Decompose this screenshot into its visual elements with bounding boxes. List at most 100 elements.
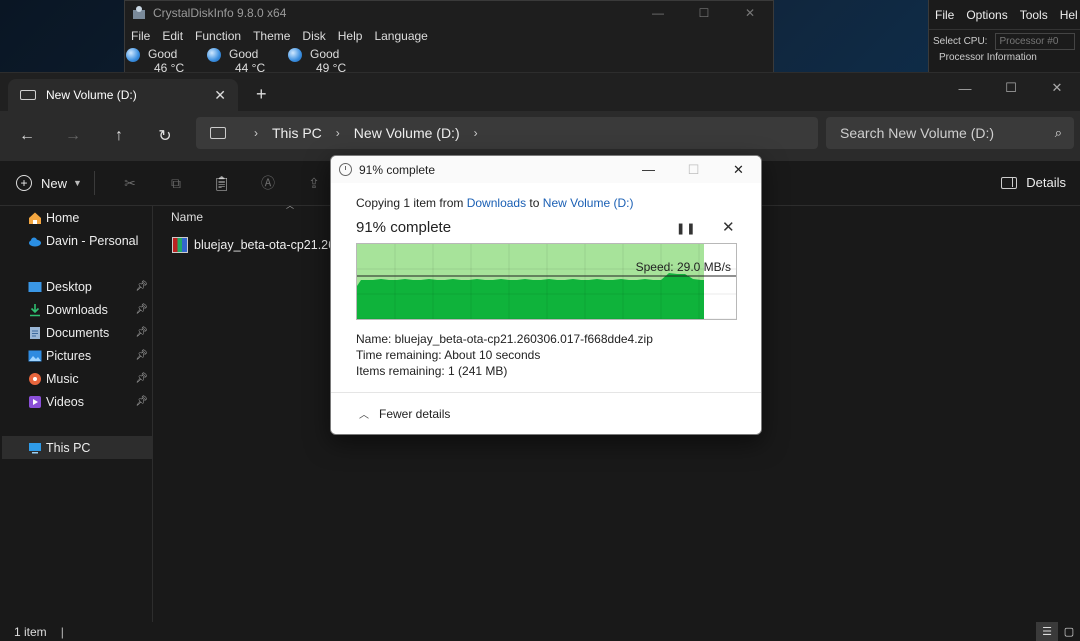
sidebar-item-label: Pictures <box>46 348 92 363</box>
cdi-close-button[interactable]: ✕ <box>727 1 773 25</box>
drive-status: Good <box>310 47 340 61</box>
percent-complete: 91% complete <box>356 219 452 236</box>
tiles-view-icon[interactable]: ▢ <box>1058 622 1080 641</box>
address-bar[interactable]: › This PC › New Volume (D:) › <box>196 117 818 149</box>
dialog-minimize-button[interactable]: — <box>626 156 671 183</box>
refresh-button[interactable]: ↻ <box>142 116 188 156</box>
cdi-title: CrystalDiskInfo 9.8.0 x64 <box>153 6 287 20</box>
pin-icon[interactable]: 📌︎ <box>135 396 148 407</box>
forward-button[interactable]: → <box>50 116 96 156</box>
select-cpu-dropdown[interactable]: Processor #0 <box>995 32 1076 50</box>
status-bar: 1 item | ☰ ▢ <box>0 622 1080 641</box>
hw-menu-tools[interactable]: Tools <box>1020 8 1048 22</box>
sidebar-item-onedrive[interactable]: Davin - Personal <box>0 229 152 252</box>
paste-icon[interactable]: 📋︎ <box>199 167 245 199</box>
tab-bar: New Volume (D:) ✕ + — ☐ ✕ <box>0 73 1080 111</box>
cancel-button[interactable]: ✕ <box>722 218 735 236</box>
sidebar-item-music[interactable]: Music 📌︎ <box>0 367 152 390</box>
cdi-drive[interactable]: Good 49 °C <box>287 47 368 75</box>
sidebar-item-pictures[interactable]: Pictures 📌︎ <box>0 344 152 367</box>
copy-progress-dialog[interactable]: 91% complete — ☐ ✕ Copying 1 item from D… <box>330 155 762 435</box>
copy-to-word: to <box>526 196 543 210</box>
sidebar-item-desktop[interactable]: Desktop 📌︎ <box>0 275 152 298</box>
sidebar-item-label: Desktop <box>46 279 92 294</box>
search-icon: ⌕ <box>1054 125 1062 140</box>
chevron-right-icon[interactable]: › <box>474 126 478 140</box>
sidebar-item-label: Davin - Personal <box>46 233 139 248</box>
cdi-menu-language[interactable]: Language <box>374 29 427 43</box>
details-pane-icon <box>1001 176 1018 189</box>
cdi-drive[interactable]: Good 46 °C <box>125 47 206 75</box>
cdi-maximize-button[interactable]: ☐ <box>681 1 727 25</box>
fewer-details-button[interactable]: ︿ Fewer details <box>331 392 761 434</box>
destination-link[interactable]: New Volume (D:) <box>543 196 634 210</box>
hw-menu-file[interactable]: File <box>935 8 954 22</box>
zip-archive-icon <box>172 237 188 253</box>
pin-icon[interactable]: 📌︎ <box>135 373 148 384</box>
dialog-close-button[interactable]: ✕ <box>716 156 761 183</box>
back-button[interactable]: ← <box>4 116 50 156</box>
explorer-close-button[interactable]: ✕ <box>1034 73 1080 103</box>
cdi-menu-function[interactable]: Function <box>195 29 241 43</box>
cdi-minimize-button[interactable]: — <box>635 1 681 25</box>
cdi-menu-theme[interactable]: Theme <box>253 29 290 43</box>
chevron-right-icon[interactable]: › <box>254 126 258 140</box>
sidebar-item-home[interactable]: Home <box>0 206 152 229</box>
sidebar-item-label: Documents <box>46 325 110 340</box>
plus-icon: + <box>16 175 32 191</box>
breadcrumb-this-pc[interactable]: This PC <box>272 125 322 141</box>
tab-close-icon[interactable]: ✕ <box>214 87 226 104</box>
sidebar-item-videos[interactable]: Videos 📌︎ <box>0 390 152 413</box>
transfer-speed-graph: Speed: 29.0 MB/s <box>356 243 737 320</box>
new-button[interactable]: + New ▼ <box>16 175 82 191</box>
speed-graph-svg <box>357 244 736 319</box>
up-button[interactable]: ↑ <box>96 116 142 156</box>
hw-menu-options[interactable]: Options <box>966 8 1007 22</box>
crystaldiskinfo-window[interactable]: CrystalDiskInfo 9.8.0 x64 — ☐ ✕ File Edi… <box>124 0 774 78</box>
cdi-menu-file[interactable]: File <box>131 29 150 43</box>
file-item[interactable]: bluejay_beta-ota-cp21.260 <box>172 237 342 253</box>
transfer-info: Name: bluejay_beta-ota-cp21.260306.017-f… <box>356 331 736 379</box>
new-tab-button[interactable]: + <box>256 85 267 103</box>
drive-icon <box>20 90 36 100</box>
this-pc-icon <box>210 127 226 139</box>
pin-icon[interactable]: 📌︎ <box>135 281 148 292</box>
pin-icon[interactable]: 📌︎ <box>135 350 148 361</box>
health-status-icon <box>126 48 140 62</box>
sidebar-item-this-pc[interactable]: This PC <box>2 436 152 459</box>
tab-new-volume[interactable]: New Volume (D:) ✕ <box>8 79 238 111</box>
speed-label: Speed: 29.0 MB/s <box>635 260 731 274</box>
explorer-maximize-button[interactable]: ☐ <box>988 73 1034 103</box>
sidebar-item-downloads[interactable]: Downloads 📌︎ <box>0 298 152 321</box>
details-button[interactable]: Details <box>1001 175 1066 190</box>
sidebar-item-label: This PC <box>46 440 91 455</box>
cdi-menubar: File Edit Function Theme Disk Help Langu… <box>125 25 773 47</box>
pause-button[interactable]: ❚❚ <box>676 222 696 235</box>
copy-icon[interactable]: ⧉ <box>153 167 199 199</box>
chevron-right-icon[interactable]: › <box>336 126 340 140</box>
breadcrumb-new-volume[interactable]: New Volume (D:) <box>354 125 460 141</box>
explorer-minimize-button[interactable]: — <box>942 73 988 103</box>
file-name: bluejay_beta-ota-cp21.260 <box>194 238 343 252</box>
dialog-titlebar[interactable]: 91% complete — ☐ ✕ <box>331 156 761 183</box>
pin-icon[interactable]: 📌︎ <box>135 304 148 315</box>
cdi-titlebar[interactable]: CrystalDiskInfo 9.8.0 x64 — ☐ ✕ <box>125 1 773 25</box>
details-label: Details <box>1026 175 1066 190</box>
details-view-icon[interactable]: ☰ <box>1036 622 1058 641</box>
cdi-menu-disk[interactable]: Disk <box>302 29 325 43</box>
source-link[interactable]: Downloads <box>467 196 526 210</box>
search-placeholder: Search New Volume (D:) <box>840 125 995 141</box>
cdi-menu-help[interactable]: Help <box>338 29 363 43</box>
cdi-drive[interactable]: Good 44 °C <box>206 47 287 75</box>
cdi-drive-list: Good 46 °C Good 44 °C Good 49 °C <box>125 47 773 75</box>
search-input[interactable]: Search New Volume (D:) ⌕ <box>826 117 1074 149</box>
cdi-menu-edit[interactable]: Edit <box>162 29 183 43</box>
sidebar-item-documents[interactable]: Documents 📌︎ <box>0 321 152 344</box>
pin-icon[interactable]: 📌︎ <box>135 327 148 338</box>
rename-icon[interactable]: Ⓐ <box>245 167 291 199</box>
chevron-down-icon: ▼ <box>73 178 82 188</box>
hw-menu-help[interactable]: Hel <box>1060 8 1078 22</box>
column-header-name[interactable]: Name <box>171 210 203 224</box>
hardware-info-window[interactable]: File Options Tools Hel Select CPU: Proce… <box>928 0 1080 72</box>
cut-icon[interactable]: ✂ <box>107 167 153 199</box>
